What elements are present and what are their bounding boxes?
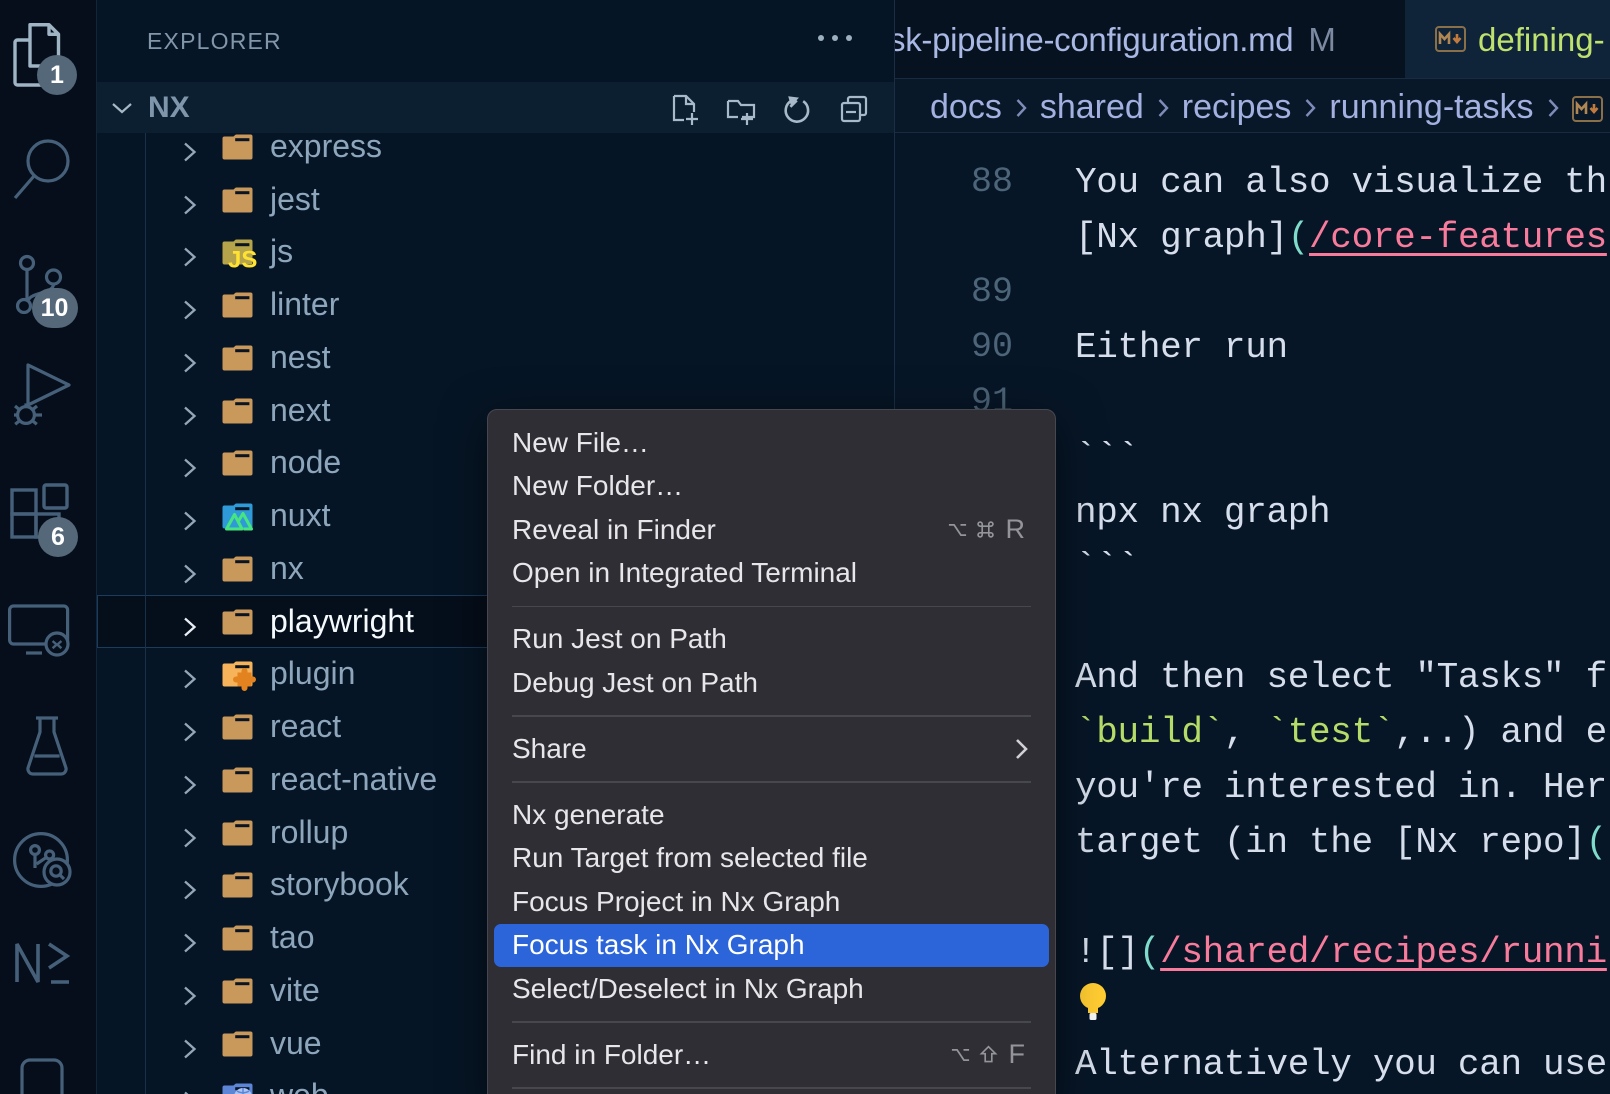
svg-text:JS: JS bbox=[228, 247, 257, 274]
